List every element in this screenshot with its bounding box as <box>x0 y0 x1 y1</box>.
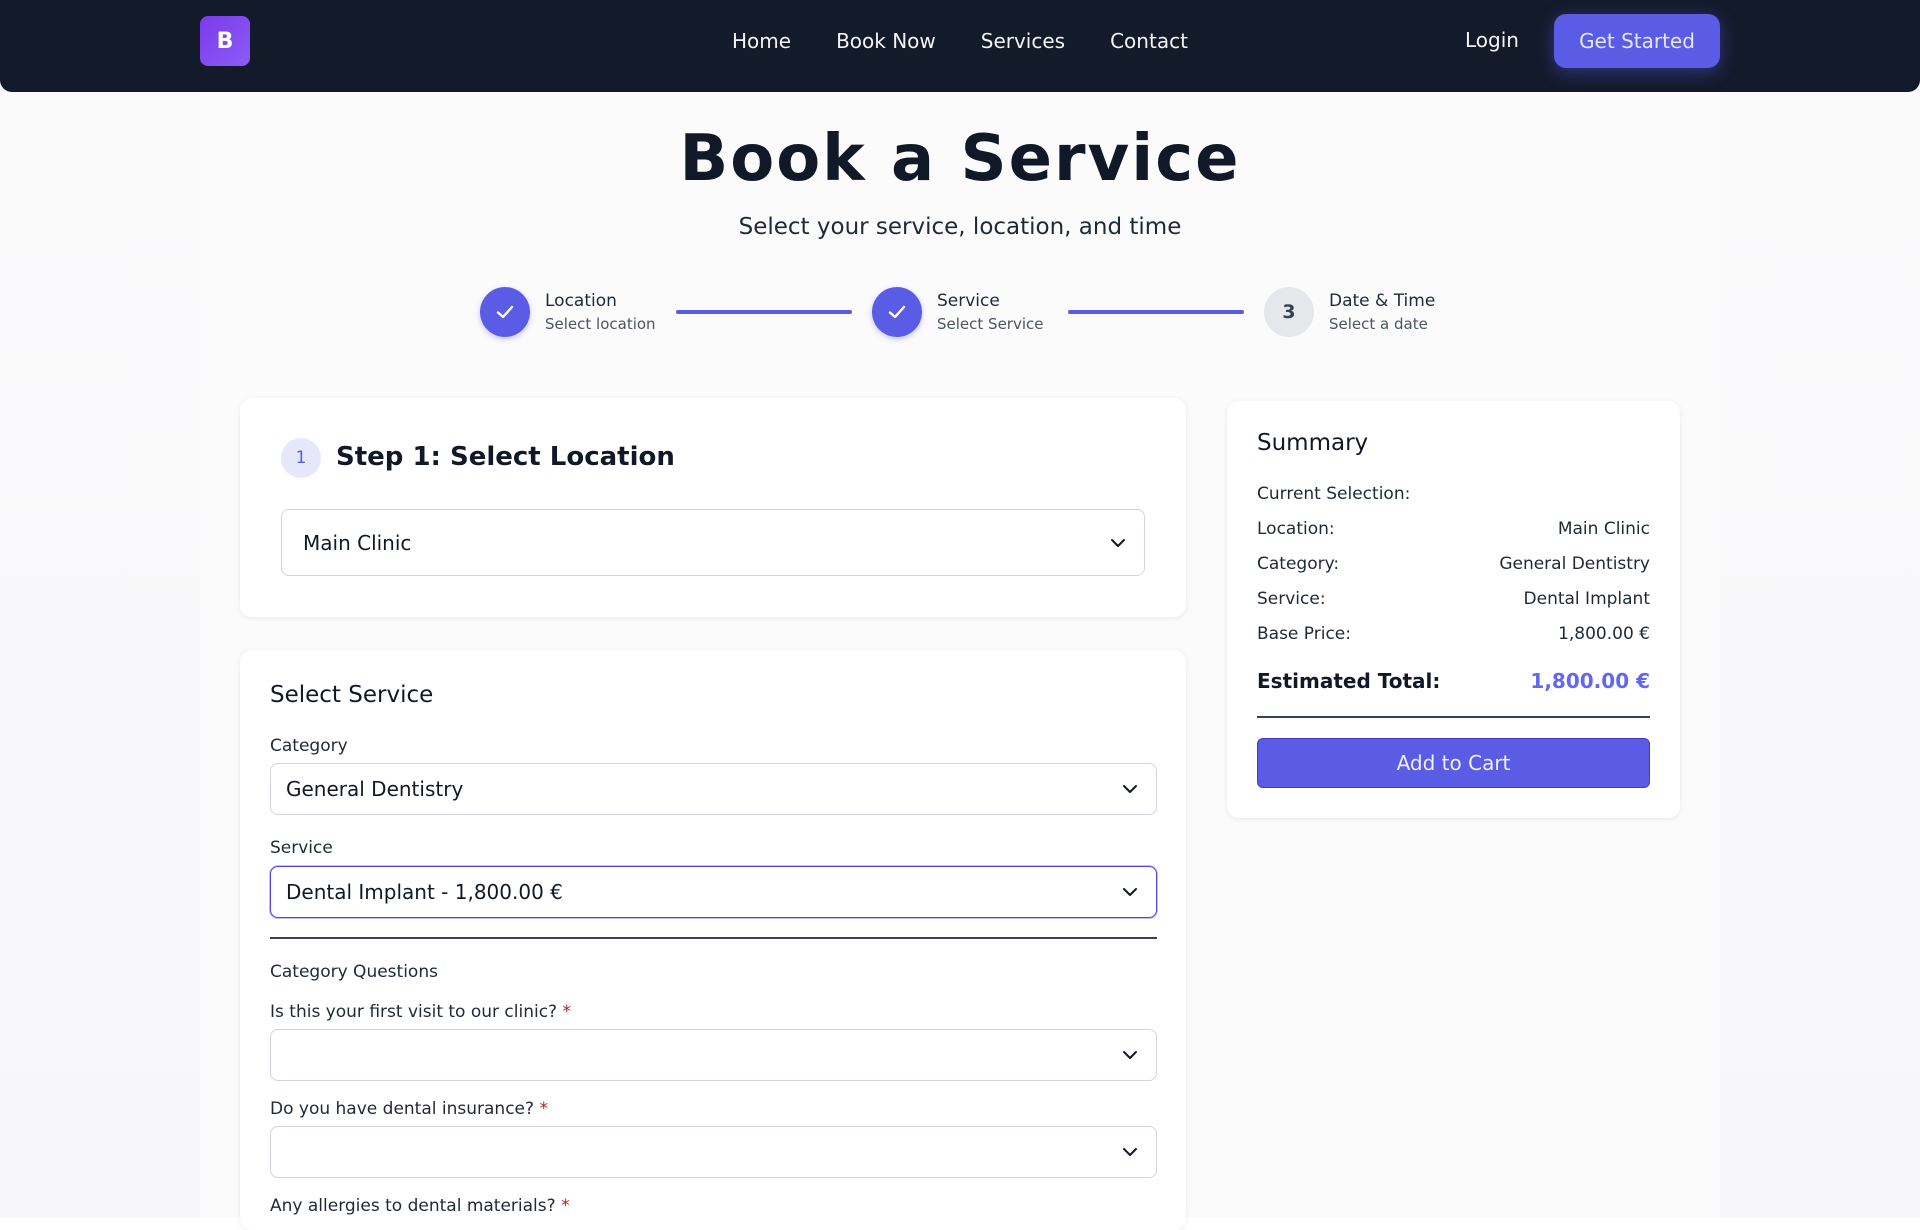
chevron-down-icon <box>1123 888 1137 896</box>
location-card <box>240 398 1186 617</box>
summary-heading: Summary <box>1257 430 1369 456</box>
step-date-time-indicator: 3 <box>1264 287 1314 337</box>
section-divider <box>270 937 1157 939</box>
step-date-time-title: Date & Time <box>1329 291 1436 311</box>
category-select[interactable]: General Dentistry <box>270 763 1157 815</box>
chevron-down-icon <box>1123 1148 1137 1156</box>
summary-value: Dental Implant <box>1523 589 1650 609</box>
step-service-subtitle: Select Service <box>937 315 1044 333</box>
nav-link-book-now[interactable]: Book Now <box>836 29 936 53</box>
summary-row-service: Service: Dental Implant <box>1257 589 1650 609</box>
dental-insurance-select[interactable] <box>270 1126 1157 1178</box>
category-label: Category <box>270 736 348 756</box>
service-label: Service <box>270 838 333 858</box>
service-select-value: Dental Implant - 1,800.00 € <box>286 880 563 904</box>
summary-row-location: Location: Main Clinic <box>1257 519 1650 539</box>
login-link[interactable]: Login <box>1465 28 1519 52</box>
estimated-total-row: Estimated Total: 1,800.00 € <box>1257 669 1650 693</box>
add-to-cart-button[interactable]: Add to Cart <box>1257 738 1650 788</box>
step-service-title: Service <box>937 291 1000 311</box>
first-visit-select[interactable] <box>270 1029 1157 1081</box>
summary-value: General Dentistry <box>1499 554 1650 574</box>
summary-row-base-price: Base Price: 1,800.00 € <box>1257 624 1650 644</box>
chevron-down-icon <box>1123 785 1137 793</box>
chevron-down-icon <box>1111 538 1125 547</box>
required-marker: * <box>561 1196 570 1216</box>
step-service-indicator <box>872 287 922 337</box>
navbar: B Home Book Now Services Contact Login G… <box>0 0 1920 92</box>
nav-link-services[interactable]: Services <box>981 29 1065 53</box>
step-location-indicator <box>480 287 530 337</box>
estimated-total-value: 1,800.00 € <box>1530 669 1650 693</box>
logo[interactable]: B <box>200 16 250 66</box>
question-label: Do you have dental insurance? * <box>270 1099 548 1119</box>
question-label: Any allergies to dental materials? * <box>270 1196 570 1216</box>
summary-value: Main Clinic <box>1557 519 1650 539</box>
location-select[interactable]: Main Clinic <box>281 509 1145 576</box>
required-marker: * <box>539 1099 548 1119</box>
page-title: Book a Service <box>679 122 1241 196</box>
step-location-title: Location <box>545 291 617 311</box>
check-icon <box>888 305 906 319</box>
current-selection-label: Current Selection: <box>1257 484 1411 504</box>
summary-divider <box>1257 716 1650 718</box>
step-connector <box>1068 310 1244 314</box>
location-card-heading: Step 1: Select Location <box>336 442 675 472</box>
step-connector <box>676 310 852 314</box>
chevron-down-icon <box>1123 1051 1137 1059</box>
service-select[interactable]: Dental Implant - 1,800.00 € <box>270 866 1157 918</box>
nav-links: Home Book Now Services Contact <box>732 0 1188 82</box>
summary-row-category: Category: General Dentistry <box>1257 554 1650 574</box>
location-select-value: Main Clinic <box>303 530 412 555</box>
step-date-time-subtitle: Select a date <box>1329 315 1428 333</box>
required-marker: * <box>562 1002 572 1022</box>
service-card-heading: Select Service <box>270 682 434 708</box>
category-select-value: General Dentistry <box>286 777 464 801</box>
step-number-badge: 1 <box>281 438 321 478</box>
page-subtitle: Select your service, location, and time <box>738 214 1182 240</box>
estimated-total-label: Estimated Total: <box>1257 669 1441 693</box>
nav-link-contact[interactable]: Contact <box>1110 29 1188 53</box>
question-label: Is this your first visit to our clinic? … <box>270 1002 571 1022</box>
summary-value: 1,800.00 € <box>1558 624 1650 644</box>
step-location-subtitle: Select location <box>545 315 656 333</box>
get-started-button[interactable]: Get Started <box>1554 14 1720 68</box>
category-questions-title: Category Questions <box>270 962 438 982</box>
check-icon <box>496 305 514 319</box>
nav-link-home[interactable]: Home <box>732 29 791 53</box>
